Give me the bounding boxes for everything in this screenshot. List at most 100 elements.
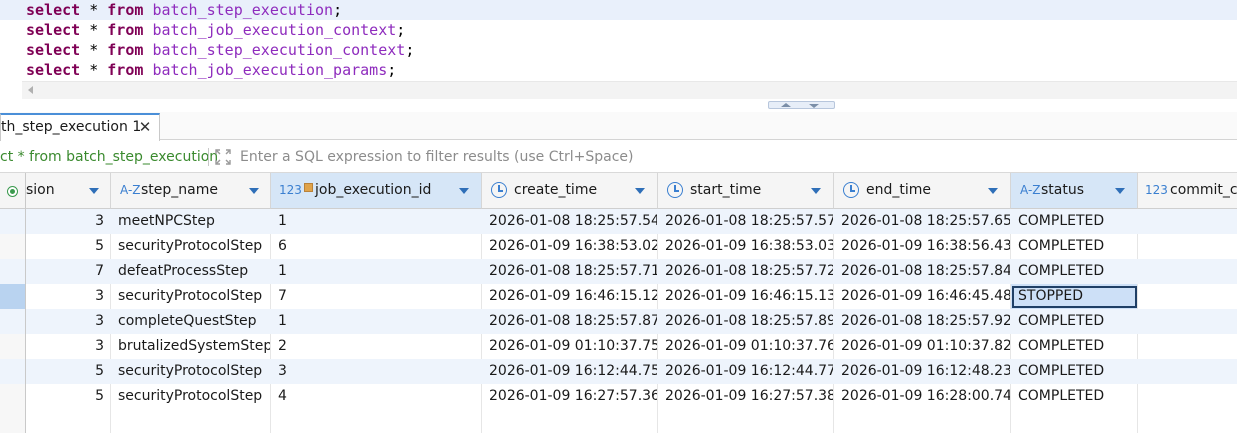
maximize-editor-arrow-icon[interactable] <box>781 103 791 107</box>
cell-job-execution-id[interactable]: 2 <box>271 334 481 359</box>
cell-status-focused[interactable]: STOPPED <box>1011 284 1137 309</box>
cell-create-time[interactable]: 2026-01-09 01:10:37.754 <box>482 334 657 359</box>
cell-status[interactable]: COMPLETED <box>1011 384 1137 409</box>
row-selector[interactable] <box>0 234 26 259</box>
cell-create-time[interactable]: 2026-01-09 16:38:53.024 <box>482 234 657 259</box>
cell-status[interactable]: COMPLETED <box>1011 234 1137 259</box>
cell-version[interactable]: 5 <box>26 384 110 409</box>
column-header-step-name[interactable]: A-Z step_name <box>111 173 271 209</box>
cell-end-time[interactable]: 2026-01-08 18:25:57.842 <box>834 259 1010 284</box>
cell-version[interactable]: 3 <box>26 284 110 309</box>
cell-step-name[interactable]: brutalizedSystemStep <box>111 334 270 359</box>
cell-job-execution-id[interactable]: 1 <box>271 259 481 284</box>
cell-create-time[interactable]: 2026-01-09 16:27:57.369 <box>482 384 657 409</box>
row-selector[interactable] <box>0 209 26 234</box>
column-header-end-time[interactable]: end_time <box>834 173 1011 209</box>
cell-end-time[interactable]: 2026-01-08 18:25:57.659 <box>834 209 1010 234</box>
cell-version[interactable]: 7 <box>26 259 110 284</box>
cell-create-time[interactable]: 2026-01-08 18:25:57.548 <box>482 209 657 234</box>
cell-version[interactable]: 3 <box>26 309 110 334</box>
cell-step-name[interactable]: securityProtocolStep <box>111 284 270 309</box>
cell-job-execution-id[interactable]: 4 <box>271 384 481 409</box>
cell-start-time[interactable]: 2026-01-09 16:27:57.384 <box>658 384 833 409</box>
sql-editor[interactable]: select * from batch_step_execution; sele… <box>0 0 1237 84</box>
panel-splitter[interactable] <box>0 99 1237 112</box>
cell-create-time[interactable]: 2026-01-09 16:46:15.125 <box>482 284 657 309</box>
chevron-down-icon[interactable] <box>635 188 645 194</box>
row-selector[interactable] <box>0 359 26 384</box>
row-selector[interactable] <box>0 309 26 334</box>
cell-status[interactable]: COMPLETED <box>1011 334 1137 359</box>
cell-job-execution-id[interactable]: 6 <box>271 234 481 259</box>
chevron-down-icon[interactable] <box>89 188 99 194</box>
table-row-selected[interactable]: 3 securityProtocolStep 7 2026-01-09 16:4… <box>0 284 1237 309</box>
row-selector[interactable] <box>0 384 26 409</box>
table-row[interactable]: 5 securityProtocolStep 3 2026-01-09 16:1… <box>0 359 1237 384</box>
chevron-down-icon[interactable] <box>988 188 998 194</box>
cell-status[interactable]: COMPLETED <box>1011 259 1137 284</box>
row-selector[interactable] <box>0 259 26 284</box>
cell-start-time[interactable]: 2026-01-09 16:12:44.775 <box>658 359 833 384</box>
chevron-down-icon[interactable] <box>249 188 259 194</box>
cell-status[interactable]: COMPLETED <box>1011 309 1137 334</box>
column-header-version[interactable]: sion <box>26 173 111 209</box>
cell-step-name[interactable]: securityProtocolStep <box>111 359 270 384</box>
cell-end-time[interactable]: 2026-01-08 18:25:57.926 <box>834 309 1010 334</box>
table-row[interactable]: 3 meetNPCStep 1 2026-01-08 18:25:57.548 … <box>0 209 1237 234</box>
cell-job-execution-id[interactable]: 7 <box>271 284 481 309</box>
cell-version[interactable]: 3 <box>26 209 110 234</box>
chevron-down-icon[interactable] <box>1115 188 1125 194</box>
sql-line-1[interactable]: select * from batch_step_execution; <box>0 0 1237 20</box>
cell-status[interactable]: COMPLETED <box>1011 359 1137 384</box>
table-row[interactable]: 7 defeatProcessStep 1 2026-01-08 18:25:5… <box>0 259 1237 284</box>
cell-end-time[interactable]: 2026-01-09 16:46:45.480 <box>834 284 1010 309</box>
row-selector[interactable] <box>0 284 26 309</box>
cell-version[interactable]: 5 <box>26 359 110 384</box>
cell-job-execution-id[interactable]: 3 <box>271 359 481 384</box>
filter-expression-input[interactable] <box>240 146 1000 168</box>
table-row[interactable]: 5 securityProtocolStep 6 2026-01-09 16:3… <box>0 234 1237 259</box>
maximize-results-arrow-icon[interactable] <box>809 104 819 108</box>
column-header-create-time[interactable]: create_time <box>482 173 658 209</box>
select-all-radio-icon[interactable] <box>7 186 18 197</box>
sql-line-2[interactable]: select * from batch_job_execution_contex… <box>26 20 405 40</box>
column-header-start-time[interactable]: start_time <box>658 173 834 209</box>
cell-step-name[interactable]: meetNPCStep <box>111 209 270 234</box>
table-row[interactable]: 3 completeQuestStep 1 2026-01-08 18:25:5… <box>0 309 1237 334</box>
cell-create-time[interactable]: 2026-01-08 18:25:57.710 <box>482 259 657 284</box>
cell-start-time[interactable]: 2026-01-09 01:10:37.766 <box>658 334 833 359</box>
cell-step-name[interactable]: securityProtocolStep <box>111 384 270 409</box>
cell-end-time[interactable]: 2026-01-09 16:28:00.743 <box>834 384 1010 409</box>
cell-start-time[interactable]: 2026-01-09 16:38:53.035 <box>658 234 833 259</box>
cell-version[interactable]: 3 <box>26 334 110 359</box>
cell-step-name[interactable]: completeQuestStep <box>111 309 270 334</box>
row-selector-header[interactable] <box>0 173 26 209</box>
cell-start-time[interactable]: 2026-01-09 16:46:15.137 <box>658 284 833 309</box>
cell-start-time[interactable]: 2026-01-08 18:25:57.573 <box>658 209 833 234</box>
cell-create-time[interactable]: 2026-01-08 18:25:57.879 <box>482 309 657 334</box>
cell-create-time[interactable]: 2026-01-09 16:12:44.757 <box>482 359 657 384</box>
cell-end-time[interactable]: 2026-01-09 01:10:37.821 <box>834 334 1010 359</box>
cell-start-time[interactable]: 2026-01-08 18:25:57.893 <box>658 309 833 334</box>
chevron-down-icon[interactable] <box>811 188 821 194</box>
column-header-job-execution-id[interactable]: 123 job_execution_id <box>271 173 482 209</box>
cell-status[interactable]: COMPLETED <box>1011 209 1137 234</box>
table-row[interactable]: 5 securityProtocolStep 4 2026-01-09 16:2… <box>0 384 1237 409</box>
row-selector[interactable] <box>0 334 26 359</box>
cell-end-time[interactable]: 2026-01-09 16:38:56.431 <box>834 234 1010 259</box>
cell-end-time[interactable]: 2026-01-09 16:12:48.231 <box>834 359 1010 384</box>
cell-job-execution-id[interactable]: 1 <box>271 309 481 334</box>
cell-step-name[interactable]: securityProtocolStep <box>111 234 270 259</box>
cell-step-name[interactable]: defeatProcessStep <box>111 259 270 284</box>
column-header-commit-count[interactable]: 123 commit_co <box>1138 173 1237 209</box>
splitter-handle[interactable] <box>768 101 835 109</box>
results-grid[interactable]: sion A-Z step_name 123 job_execution_id … <box>0 173 1237 433</box>
cell-job-execution-id[interactable]: 1 <box>271 209 481 234</box>
chevron-down-icon[interactable] <box>459 188 469 194</box>
table-row[interactable]: 3 brutalizedSystemStep 2 2026-01-09 01:1… <box>0 334 1237 359</box>
editor-horizontal-scrollbar[interactable] <box>22 81 1237 99</box>
expand-filter-icon[interactable] <box>214 148 232 166</box>
cell-start-time[interactable]: 2026-01-08 18:25:57.723 <box>658 259 833 284</box>
sql-line-4[interactable]: select * from batch_job_execution_params… <box>26 60 396 80</box>
result-tab[interactable]: th_step_execution 1 ✕ <box>0 113 160 141</box>
